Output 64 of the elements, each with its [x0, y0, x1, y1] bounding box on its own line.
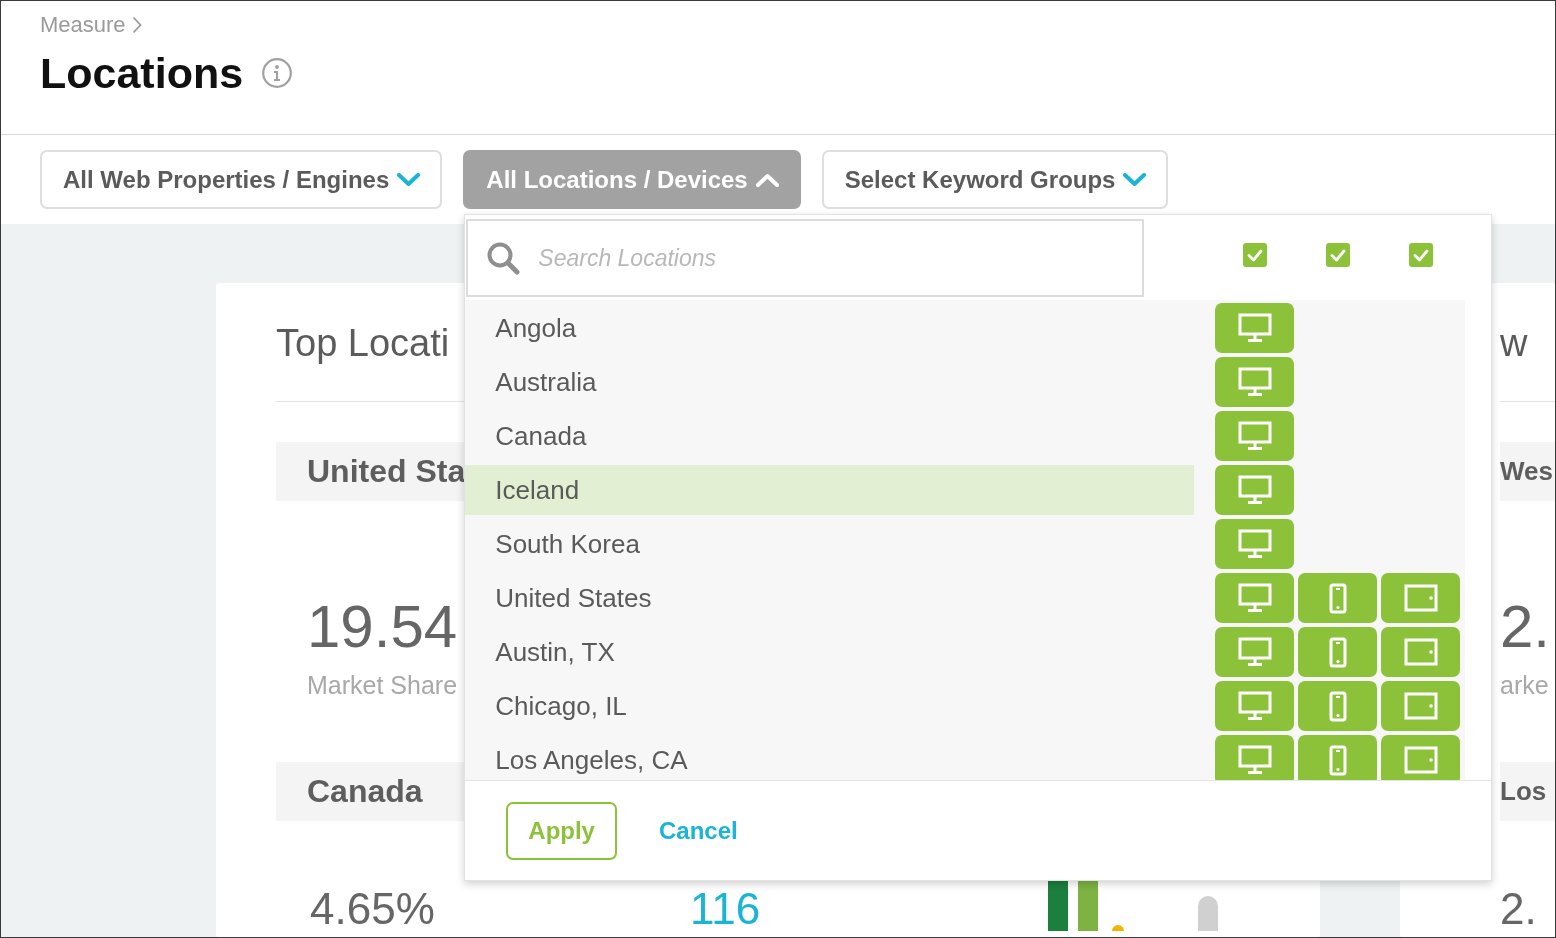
device-toggle[interactable] — [1298, 573, 1378, 623]
device-toggle[interactable] — [1298, 627, 1378, 677]
filter-dropdown[interactable]: Select Keyword Groups — [821, 150, 1169, 209]
monitor-icon — [1237, 529, 1272, 559]
device-toggle[interactable] — [1215, 627, 1295, 677]
stat-caption: arke — [1500, 670, 1550, 700]
card-title: w — [1500, 321, 1529, 366]
search-icon — [486, 241, 521, 275]
chevron-up-icon — [755, 172, 779, 187]
phone-icon — [1328, 690, 1347, 722]
page-title: Locations — [40, 48, 244, 99]
device-toggle[interactable] — [1215, 573, 1295, 623]
device-toggle[interactable] — [1215, 303, 1295, 353]
monitor-icon — [1237, 475, 1272, 505]
phone-icon — [1328, 744, 1347, 776]
device-toggle[interactable] — [1215, 735, 1295, 780]
region-header: Wes — [1500, 442, 1555, 501]
tablet-icon — [1403, 638, 1438, 666]
location-item[interactable]: Angola — [465, 303, 1195, 353]
location-item[interactable]: Austin, TX — [465, 627, 1195, 677]
monitor-icon — [1237, 367, 1272, 397]
phone-icon — [1328, 636, 1347, 668]
phone-icon — [1328, 582, 1347, 614]
location-item[interactable]: Australia — [465, 357, 1195, 407]
device-toggle[interactable] — [1215, 411, 1295, 461]
chevron-down-icon — [397, 172, 421, 187]
device-toggle[interactable] — [1215, 465, 1295, 515]
stat-value: 2. — [1500, 885, 1537, 933]
location-item[interactable]: Iceland — [465, 465, 1195, 515]
monitor-icon — [1237, 583, 1272, 613]
tablet-icon — [1403, 692, 1438, 720]
device-toggle[interactable] — [1381, 735, 1461, 780]
checkbox[interactable] — [1408, 243, 1433, 267]
location-item[interactable]: Chicago, IL — [465, 681, 1195, 731]
stat-value: 2. — [1500, 592, 1552, 662]
checkbox[interactable] — [1242, 243, 1267, 267]
monitor-icon — [1237, 745, 1272, 775]
stat-value: 4.65% — [310, 885, 435, 933]
chevron-down-icon — [1123, 172, 1147, 187]
device-toggle[interactable] — [1381, 573, 1461, 623]
device-toggle[interactable] — [1215, 519, 1295, 569]
tablet-icon — [1403, 584, 1438, 612]
device-toggle[interactable] — [1298, 735, 1378, 780]
monitor-icon — [1237, 421, 1272, 451]
monitor-icon — [1237, 691, 1272, 721]
device-toggle[interactable] — [1215, 357, 1295, 407]
stat-value: 19.54 — [306, 592, 459, 662]
stat-caption: Market Share — [306, 670, 459, 700]
device-toggle[interactable] — [1381, 681, 1461, 731]
monitor-icon — [1237, 313, 1272, 343]
checkbox[interactable] — [1325, 243, 1350, 267]
filter-dropdown[interactable]: All Web Properties / Engines — [40, 150, 443, 209]
region-header: Los — [1500, 762, 1555, 821]
card-title: Top Locati — [276, 321, 451, 366]
info-icon[interactable] — [262, 58, 293, 88]
device-toggle[interactable] — [1215, 681, 1295, 731]
device-toggle[interactable] — [1298, 681, 1378, 731]
chevron-right-icon — [131, 16, 142, 34]
tablet-icon — [1403, 746, 1438, 774]
monitor-icon — [1237, 637, 1272, 667]
location-item[interactable]: South Korea — [465, 519, 1195, 569]
location-item[interactable]: United States — [465, 573, 1195, 623]
device-toggle[interactable] — [1381, 627, 1461, 677]
search-field[interactable]: Search Locations — [466, 219, 1145, 297]
